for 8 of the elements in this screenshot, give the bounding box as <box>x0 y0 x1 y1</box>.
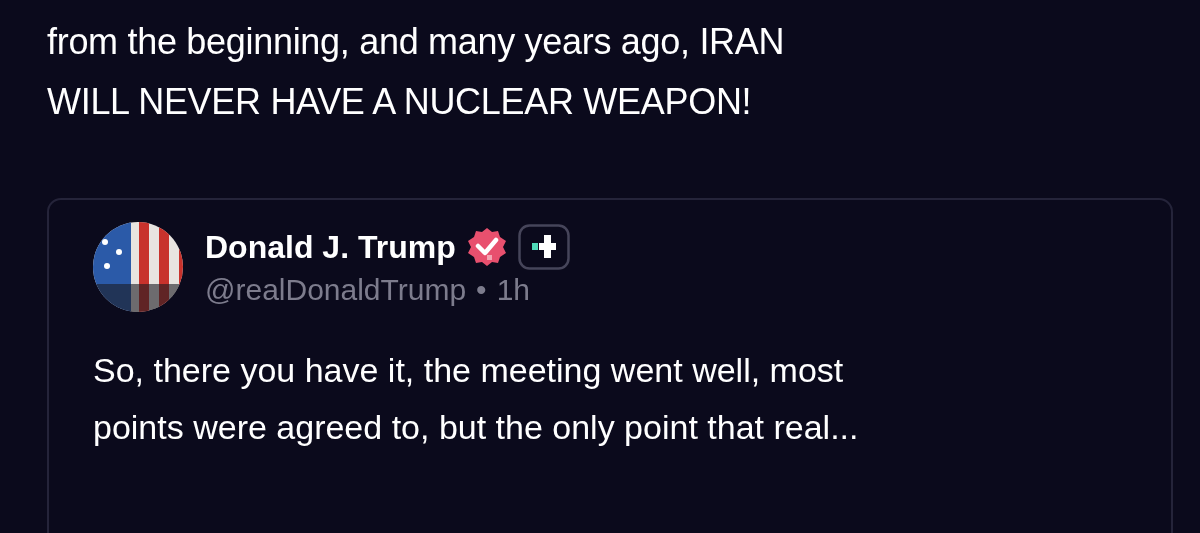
plus-badge-icon <box>517 224 570 270</box>
quoted-post-text: So, there you have it, the meeting went well, most points were agreed to, but the only point that real... <box>93 350 860 448</box>
quoted-post-card[interactable]: Donald J. Trump @realDonaldTrump • 1h So, there you have it, the meeting went well, most points were agreed to, but the only point that real... <box>47 198 1173 533</box>
separator-dot: • <box>476 272 487 308</box>
post-text: from the beginning, and many years ago, IRAN WILL NEVER HAVE A NUCLEAR WEAPON! <box>47 20 786 124</box>
author-handle[interactable]: @realDonaldTrump <box>205 270 467 310</box>
post-time: 1h <box>496 272 530 308</box>
author-name[interactable]: Donald J. Trump <box>205 227 456 267</box>
